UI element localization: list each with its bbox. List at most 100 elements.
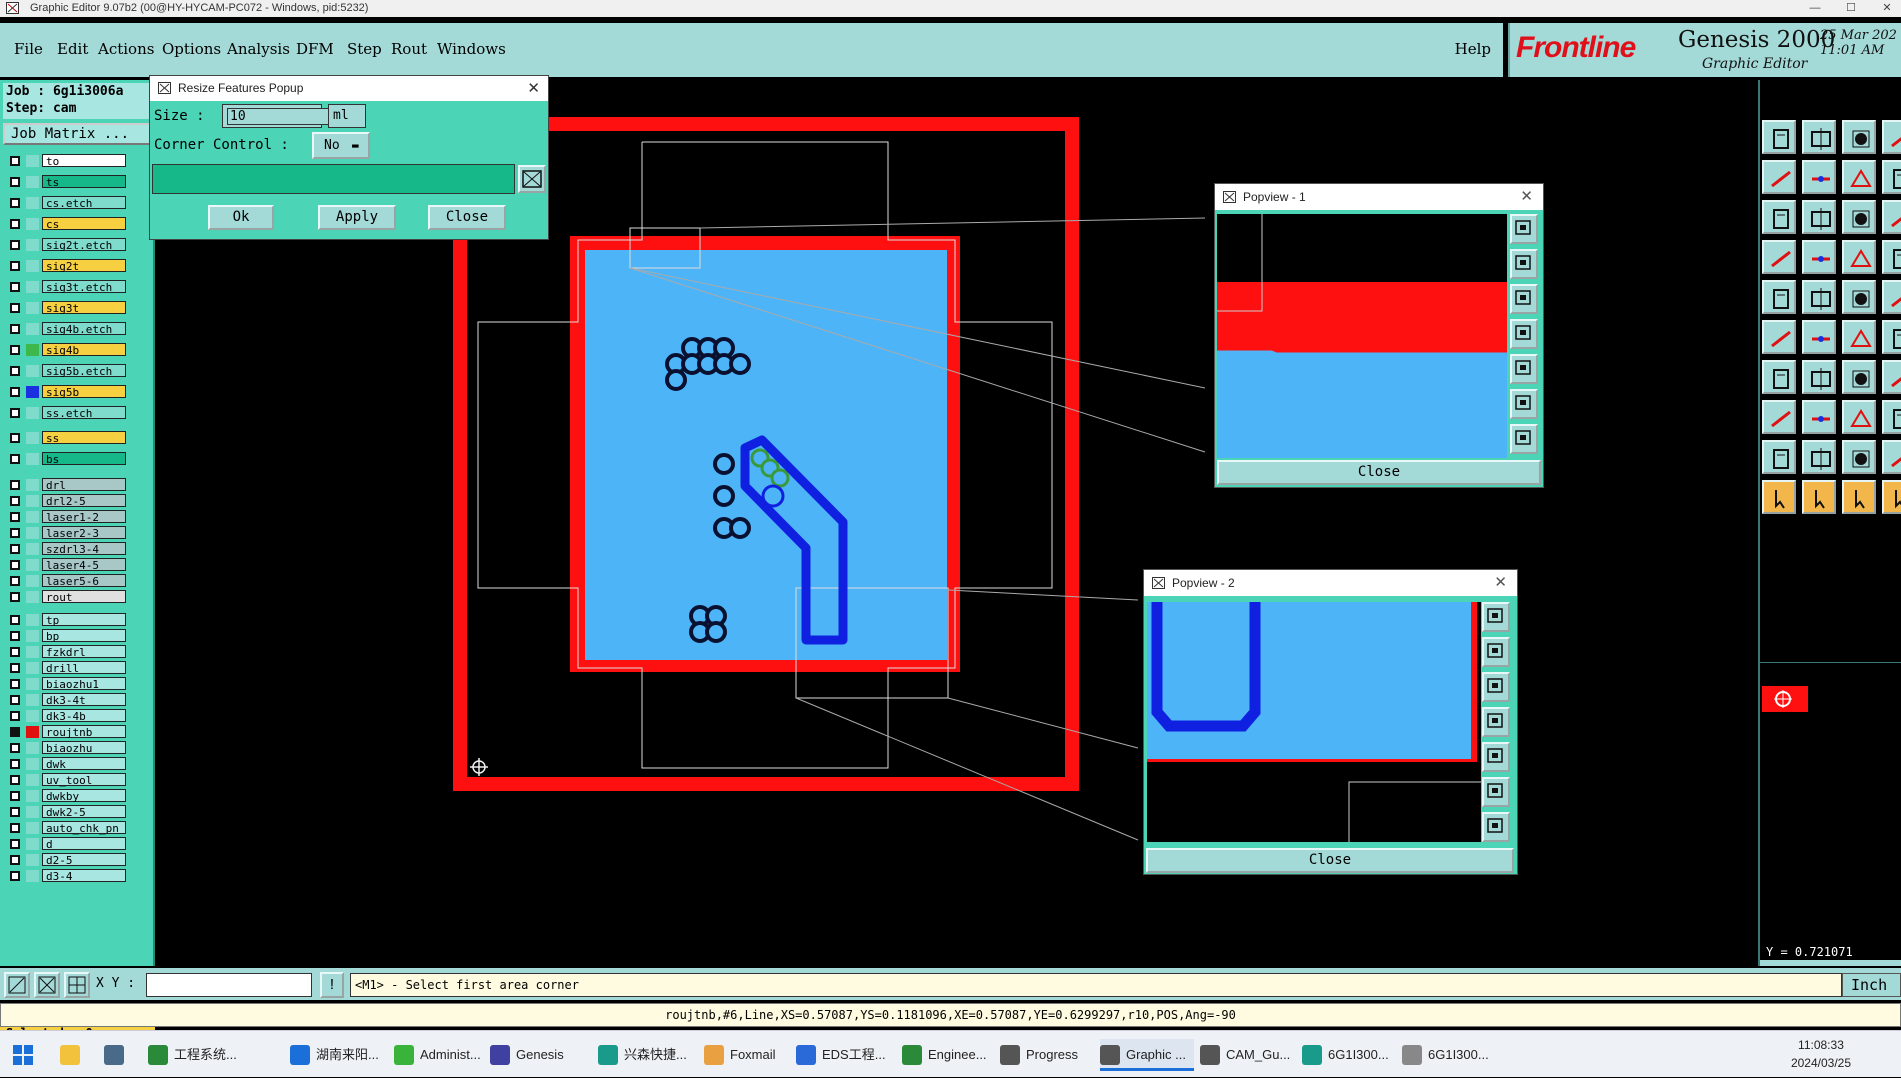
layer-checkbox[interactable]: [10, 759, 20, 769]
layer-checkbox[interactable]: [10, 512, 20, 522]
layer-name[interactable]: ss: [42, 431, 126, 445]
layer-row[interactable]: sig5b: [4, 385, 154, 399]
layer-name[interactable]: roujtnb: [42, 725, 126, 739]
file-explorer-button[interactable]: [60, 1039, 84, 1071]
layer-row[interactable]: laser1-2: [4, 510, 154, 524]
layer-row[interactable]: sig3t: [4, 301, 154, 315]
tool-button[interactable]: [1882, 200, 1901, 234]
layer-row[interactable]: rout: [4, 590, 154, 604]
taskbar-app[interactable]: 6G1I300...: [1402, 1039, 1496, 1071]
layer-color-swatch[interactable]: [26, 774, 39, 786]
layer-color-swatch[interactable]: [26, 511, 39, 523]
tool-button[interactable]: [1882, 160, 1901, 194]
layer-checkbox[interactable]: [10, 261, 20, 271]
layer-name[interactable]: bs: [42, 452, 126, 466]
layer-color-swatch[interactable]: [26, 678, 39, 690]
layer-checkbox[interactable]: [10, 855, 20, 865]
menu-windows[interactable]: Windows: [437, 40, 506, 58]
layer-name[interactable]: dk3-4t: [42, 693, 126, 707]
tool-button[interactable]: [1762, 480, 1796, 514]
layer-color-swatch[interactable]: [26, 646, 39, 658]
layer-color-swatch[interactable]: [26, 806, 39, 818]
size-input[interactable]: 10: [227, 108, 329, 125]
layer-name[interactable]: dk3-4b: [42, 709, 126, 723]
layer-row[interactable]: dk3-4t: [4, 693, 154, 707]
layer-row[interactable]: dk3-4b: [4, 709, 154, 723]
layer-checkbox[interactable]: [10, 324, 20, 334]
layer-row[interactable]: dwk: [4, 757, 154, 771]
tool-button[interactable]: [1842, 400, 1876, 434]
layer-row[interactable]: laser5-6: [4, 574, 154, 588]
tool-button[interactable]: [1842, 200, 1876, 234]
popview-2-close-button[interactable]: Close: [1146, 848, 1514, 873]
tool-button[interactable]: [1882, 280, 1901, 314]
layer-color-swatch[interactable]: [26, 176, 39, 188]
layer-name[interactable]: fzkdrl: [42, 645, 126, 659]
layer-row[interactable]: ts: [4, 175, 154, 189]
grid-button[interactable]: [64, 972, 90, 998]
layer-name[interactable]: sig3t: [42, 301, 126, 315]
layer-row[interactable]: ss.etch: [4, 406, 154, 420]
measure-button[interactable]: [34, 972, 60, 998]
layer-color-swatch[interactable]: [26, 453, 39, 465]
layer-row[interactable]: sig3t.etch: [4, 280, 154, 294]
layer-color-swatch[interactable]: [26, 543, 39, 555]
job-matrix-button[interactable]: Job Matrix ...: [3, 123, 151, 145]
layer-color-swatch[interactable]: [26, 575, 39, 587]
layer-color-swatch[interactable]: [26, 614, 39, 626]
layer-row[interactable]: d3-4: [4, 869, 154, 883]
tool-button[interactable]: [1842, 440, 1876, 474]
layer-color-swatch[interactable]: [26, 742, 39, 754]
layer-name[interactable]: drl2-5: [42, 494, 126, 508]
taskbar-app[interactable]: Graphic ...: [1100, 1039, 1194, 1071]
layer-color-swatch[interactable]: [26, 854, 39, 866]
layer-row[interactable]: bs: [4, 452, 154, 466]
layer-checkbox[interactable]: [10, 366, 20, 376]
layer-checkbox[interactable]: [10, 408, 20, 418]
tool-button[interactable]: [1802, 120, 1836, 154]
layer-name[interactable]: laser1-2: [42, 510, 126, 524]
tool-button[interactable]: [1802, 160, 1836, 194]
tool-button[interactable]: [1882, 440, 1901, 474]
layer-checkbox[interactable]: [10, 560, 20, 570]
layer-checkbox[interactable]: [10, 387, 20, 397]
layer-name[interactable]: auto_chk_pn: [42, 821, 126, 835]
layer-row[interactable]: d: [4, 837, 154, 851]
ok-button[interactable]: Ok: [208, 205, 274, 230]
corner-control-select[interactable]: No ▬: [312, 132, 370, 159]
close-icon[interactable]: ✕: [527, 76, 540, 101]
layer-row[interactable]: ss: [4, 431, 154, 445]
taskbar-app[interactable]: Enginee...: [902, 1039, 996, 1071]
layer-checkbox[interactable]: [10, 454, 20, 464]
popview-tool-button[interactable]: [1510, 424, 1538, 454]
layer-color-swatch[interactable]: [26, 591, 39, 603]
tool-button[interactable]: [1842, 240, 1876, 274]
popview-tool-button[interactable]: [1482, 707, 1510, 737]
layer-name[interactable]: sig4b: [42, 343, 126, 357]
layer-row[interactable]: drl: [4, 478, 154, 492]
layer-checkbox[interactable]: [10, 576, 20, 586]
layer-color-swatch[interactable]: [26, 662, 39, 674]
layer-row[interactable]: drl2-5: [4, 494, 154, 508]
layer-row[interactable]: uv_tool: [4, 773, 154, 787]
layer-row[interactable]: dwk2-5: [4, 805, 154, 819]
menu-dfm[interactable]: DFM: [296, 40, 334, 58]
layer-checkbox[interactable]: [10, 544, 20, 554]
layer-name[interactable]: drill: [42, 661, 126, 675]
layer-name[interactable]: laser2-3: [42, 526, 126, 540]
layer-checkbox[interactable]: [10, 240, 20, 250]
layer-row[interactable]: dwkby: [4, 789, 154, 803]
layer-checkbox[interactable]: [10, 791, 20, 801]
tool-button[interactable]: [1762, 320, 1796, 354]
taskbar-app[interactable]: 兴森快捷...: [598, 1039, 692, 1071]
layer-color-swatch[interactable]: [26, 260, 39, 272]
layer-checkbox[interactable]: [10, 345, 20, 355]
layer-checkbox[interactable]: [10, 695, 20, 705]
popup-option-button[interactable]: [518, 165, 546, 193]
layer-row[interactable]: laser4-5: [4, 558, 154, 572]
tool-button[interactable]: [1882, 360, 1901, 394]
snap-button[interactable]: [4, 972, 30, 998]
layer-name[interactable]: sig5b: [42, 385, 126, 399]
layer-color-swatch[interactable]: [26, 527, 39, 539]
layer-name[interactable]: laser4-5: [42, 558, 126, 572]
